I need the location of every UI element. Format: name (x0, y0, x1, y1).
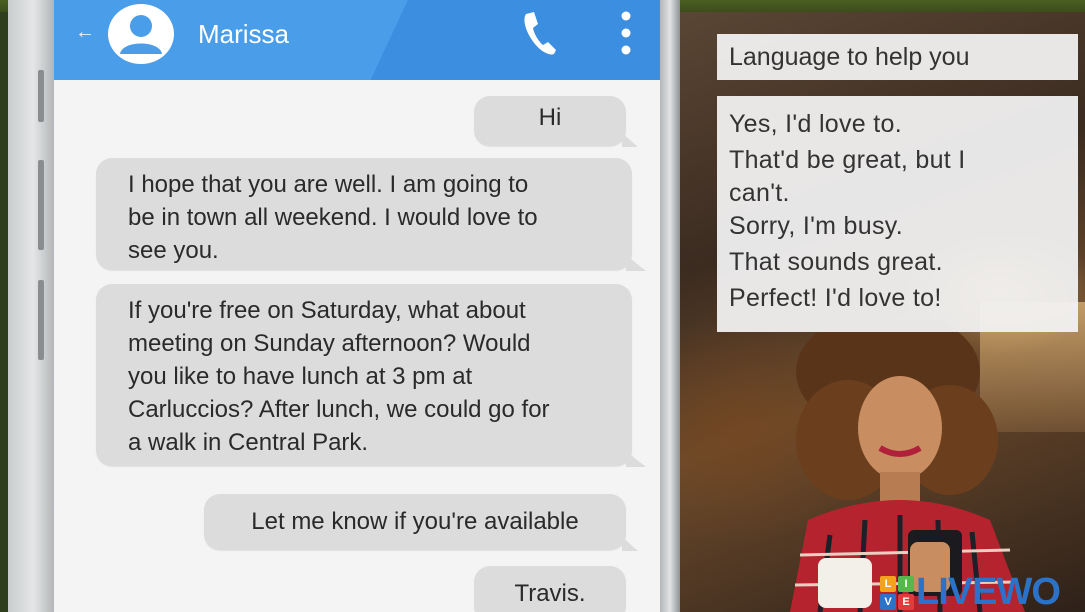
message-line: If you're free on Saturday, what about (128, 297, 526, 324)
message-bubble-received: I hope that you are well. I am going to … (96, 158, 646, 271)
logo-wordmark: LIVEWO (916, 571, 1061, 612)
volume-up-button (38, 70, 44, 122)
phrase-item: Sorry, I'm busy. (729, 212, 903, 240)
phone-call-icon[interactable] (520, 8, 560, 58)
help-panel-title: Language to help you (717, 34, 1078, 80)
bubble-tail (622, 537, 638, 551)
user-avatar-icon[interactable] (108, 4, 174, 64)
back-arrow-icon[interactable]: ← (74, 20, 96, 44)
woman-with-phone-illustration (790, 320, 1025, 612)
message-line: meeting on Sunday afternoon? Would (128, 330, 531, 357)
message-line: you like to have lunch at 3 pm at (128, 363, 473, 390)
message-line: a walk in Central Park. (128, 429, 369, 456)
phrase-item: That sounds great. (729, 248, 943, 276)
phrase-item: Perfect! I'd love to! (729, 284, 942, 312)
livewo-logo: L I V E LIVEWO (880, 572, 1085, 612)
phrase-item: That'd be great, but I (729, 146, 966, 174)
message-bubble-sent: Let me know if you're available (204, 494, 638, 551)
message-text: Travis. (514, 580, 586, 607)
volume-down-button (38, 160, 44, 250)
more-vertical-icon[interactable] (616, 8, 636, 58)
message-text: Hi (538, 104, 562, 131)
message-bubble-sent: Hi (474, 96, 638, 147)
phone-left-bezel (8, 0, 54, 612)
logo-tile: E (898, 594, 914, 610)
logo-tile: L (880, 576, 896, 592)
message-line: Carluccios? After lunch, we could go for (128, 396, 550, 423)
bubble-tail (622, 133, 638, 147)
logo-tile: V (880, 594, 896, 610)
message-line: see you. (128, 237, 219, 264)
phrase-item: Yes, I'd love to. (729, 110, 902, 138)
side-button (38, 280, 44, 360)
logo-tiles: L I V E (880, 576, 916, 610)
phrase-item: can't. (729, 179, 790, 207)
help-phrases-panel: Yes, I'd love to. That'd be great, but I… (717, 96, 1078, 332)
message-line: be in town all weekend. I would love to (128, 204, 538, 231)
chat-header: ← Marissa (54, 0, 660, 80)
message-bubble-received: If you're free on Saturday, what about m… (96, 284, 646, 467)
bubble-tail (626, 255, 646, 271)
phone-right-bezel (660, 0, 680, 612)
bubble-tail (626, 451, 646, 467)
message-text: Let me know if you're available (251, 508, 579, 535)
phone-screen: ← Marissa Hi I hope that you are well. I (54, 0, 660, 612)
message-bubble-sent: Travis. (474, 566, 626, 612)
contact-name: Marissa (198, 19, 290, 49)
message-line: I hope that you are well. I am going to (128, 171, 529, 198)
logo-tile: I (898, 576, 914, 592)
